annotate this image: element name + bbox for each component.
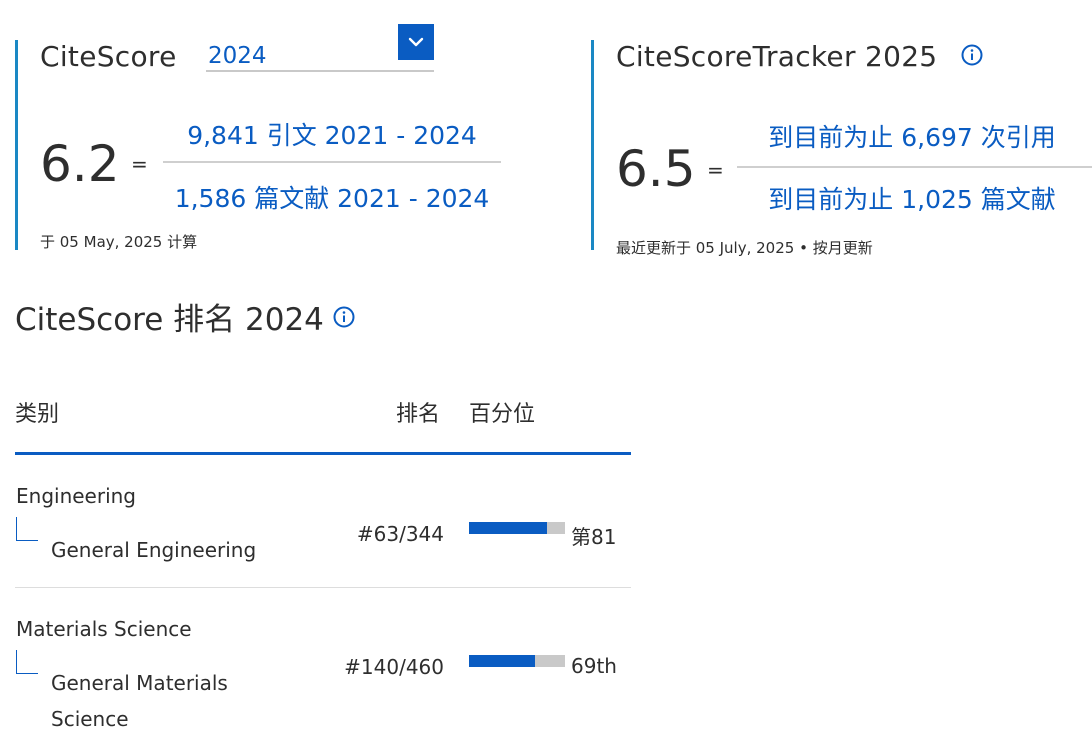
citescore-denominator[interactable]: 1,586 篇文献 2021 - 2024 <box>163 179 501 215</box>
tracker-denominator[interactable]: 到目前为止 1,025 篇文献 <box>737 180 1087 216</box>
column-header-percentile: 百分位 <box>469 402 536 427</box>
citescore-equals: = <box>131 152 148 176</box>
citescore-title: CiteScore <box>40 40 177 73</box>
percentile-bar <box>469 522 565 534</box>
percentile-bar-fill <box>469 522 547 534</box>
chevron-down-icon <box>408 37 424 47</box>
rank-value: #63/344 <box>356 522 444 546</box>
table-row: Engineering General Engineering #63/344 … <box>15 472 631 588</box>
citescore-value: 6.2 <box>40 135 120 193</box>
tracker-panel: CiteScoreTracker 2025 6.5 = 到目前为止 6,697 … <box>591 40 1092 257</box>
percentile-label: 69th <box>571 654 617 678</box>
year-select-value: 2024 <box>208 43 267 69</box>
ranking-title: CiteScore 排名 2024 <box>15 302 324 338</box>
tree-connector <box>16 517 38 541</box>
column-header-category: 类别 <box>15 402 60 427</box>
year-select-toggle[interactable] <box>398 24 434 60</box>
table-row: Materials Science General Materials Scie… <box>15 605 631 729</box>
percentile-bar <box>469 655 565 667</box>
subcategory-name: General Materials Science <box>51 671 228 729</box>
subcategory-name: General Engineering <box>51 538 257 562</box>
year-select[interactable]: 2024 <box>206 24 434 72</box>
column-header-rank: 排名 <box>396 402 441 427</box>
citescore-numerator[interactable]: 9,841 引文 2021 - 2024 <box>163 116 501 152</box>
tracker-numerator[interactable]: 到目前为止 6,697 次引用 <box>737 118 1087 154</box>
category-name: Engineering <box>16 484 136 508</box>
percentile-bar-fill <box>469 655 536 667</box>
tree-connector <box>16 650 38 674</box>
citescore-panel: CiteScore 2024 6.2 = 9,841 引文 2021 - 202… <box>15 24 515 251</box>
tracker-value: 6.5 <box>616 140 696 198</box>
tracker-fraction-line <box>737 166 1092 168</box>
info-icon[interactable] <box>961 44 983 66</box>
tracker-title: CiteScoreTracker 2025 <box>616 40 938 73</box>
citescore-calc-note: 于 05 May, 2025 计算 <box>40 233 198 251</box>
percentile-label: 第81 <box>571 525 617 549</box>
tracker-equals: = <box>707 158 724 182</box>
citescore-fraction-line <box>163 161 501 163</box>
tracker-update-note: 最近更新于 05 July, 2025 • 按月更新 <box>616 239 873 257</box>
category-name: Materials Science <box>16 617 192 641</box>
table-header-rule <box>15 452 631 455</box>
info-icon[interactable] <box>333 306 355 328</box>
rank-value: #140/460 <box>344 655 444 679</box>
